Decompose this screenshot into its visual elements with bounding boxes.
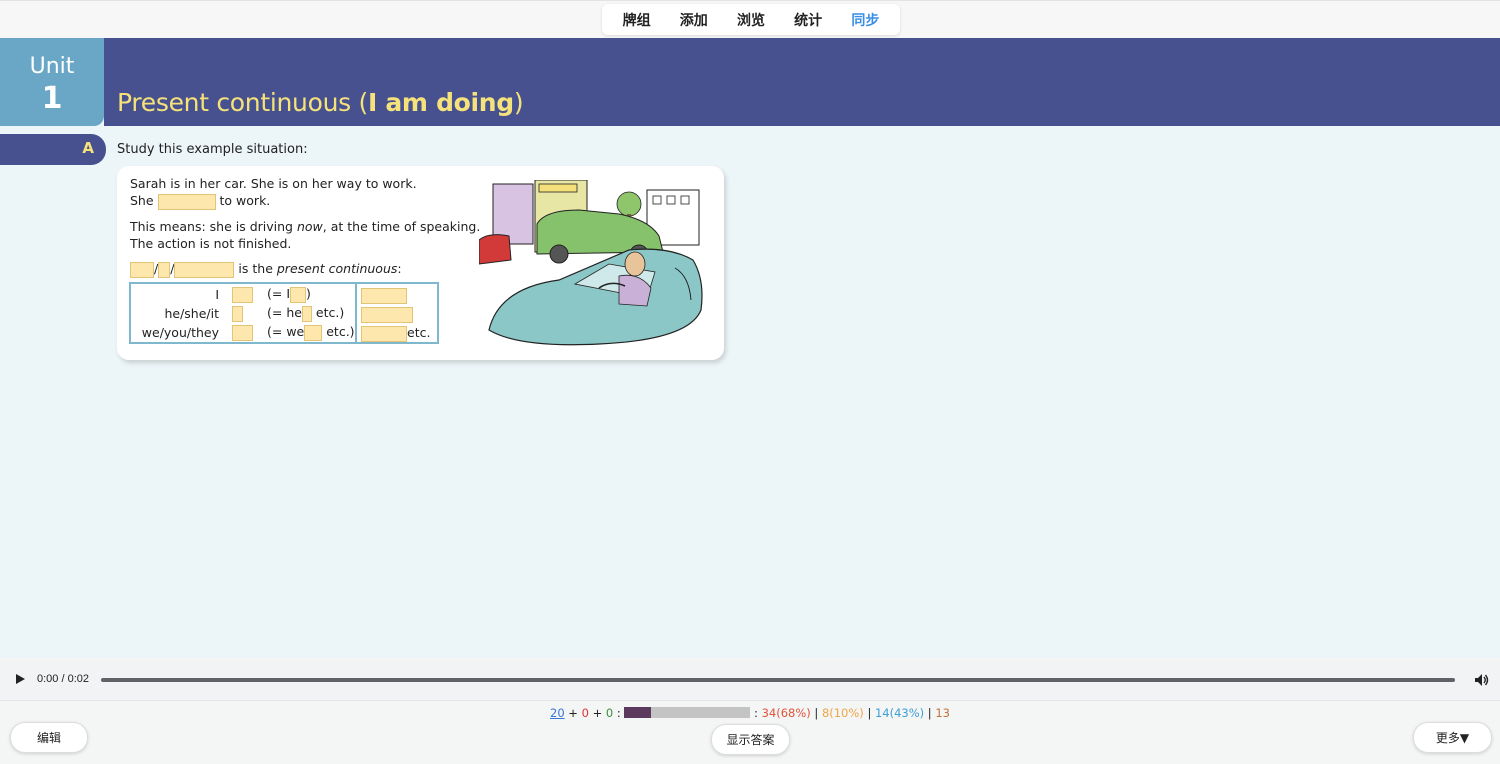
contraction: (= we etc.) — [267, 324, 355, 341]
contraction: (= he etc.) — [267, 305, 344, 322]
cloze-blank[interactable] — [232, 325, 253, 341]
show-answer-button[interactable]: 显示答案 — [711, 724, 790, 755]
pronoun: I — [215, 287, 219, 302]
example-line-3: This means: she is driving now, at the t… — [130, 218, 480, 235]
audio-time: 0:00 / 0:02 — [37, 673, 89, 685]
unit-word: Unit — [29, 54, 75, 79]
cloze-blank[interactable] — [157, 193, 216, 210]
review-bottom-bar: 20 + 0 + 0 : : 34(68%) | 8(10%) | 14(43%… — [0, 700, 1500, 764]
more-button[interactable]: 更多▼ — [1413, 722, 1492, 753]
nav-decks[interactable]: 牌组 — [623, 10, 651, 30]
example-line-2: She to work. — [130, 192, 270, 210]
contraction-pre: (= he — [267, 305, 302, 320]
progress-bar — [624, 707, 751, 718]
audio-player: 0:00 / 0:02 — [0, 660, 1500, 700]
contraction-post: etc.) — [322, 324, 355, 339]
table-row: we/you/they (= we etc.) etc. — [131, 324, 437, 343]
section-letter: A — [82, 139, 94, 157]
nav-add[interactable]: 添加 — [680, 10, 708, 30]
cloze-blank[interactable] — [361, 306, 413, 323]
unit-badge: Unit 1 — [0, 38, 104, 126]
table-row: I (= I) — [131, 286, 437, 305]
example-line-3-post: , at the time of speaking. — [322, 219, 481, 234]
table-row: he/she/it (= he etc.) — [131, 305, 437, 324]
nav-stats[interactable]: 统计 — [794, 10, 822, 30]
example-line-5-em: present continuous — [276, 261, 398, 276]
cloze-blank[interactable] — [232, 287, 253, 303]
example-line-4: The action is not finished. — [130, 236, 292, 251]
driving-illustration — [479, 180, 703, 346]
example-box: Sarah is in her car. She is on her way t… — [117, 166, 724, 360]
nav-browse[interactable]: 浏览 — [737, 10, 765, 30]
stats-colon: : — [750, 706, 762, 720]
ing-cell: etc. — [361, 325, 430, 342]
unit-title-prefix: Present continuous ( — [117, 88, 368, 117]
example-line-3-em: now — [296, 219, 323, 234]
ing-cell — [361, 306, 413, 323]
cloze-blank[interactable] — [361, 287, 407, 304]
stats-sep: | — [863, 706, 875, 720]
volume-icon[interactable] — [1473, 672, 1489, 688]
ing-cell — [361, 287, 407, 304]
stats-colon: : — [613, 706, 625, 720]
stats-sep: | — [810, 706, 822, 720]
contraction-pre: (= I — [267, 286, 291, 301]
stats-plus: + — [588, 706, 606, 720]
example-line-3-pre: This means: she is driving — [130, 219, 297, 234]
due-stats: 20 + 0 + 0 : : 34(68%) | 8(10%) | 14(43%… — [0, 706, 1500, 720]
unit-number: 1 — [41, 81, 63, 116]
example-line-5-end: : — [397, 261, 402, 276]
learn-count: 0 — [581, 706, 589, 720]
cloze-blank[interactable] — [304, 324, 323, 341]
unit-title-suffix: ) — [513, 88, 524, 117]
cloze-blank[interactable] — [301, 305, 312, 322]
unit-title: Present continuous (I am doing) — [117, 88, 524, 117]
stat-blue: 14(43%) — [874, 706, 925, 720]
card-content: Unit 1 Present continuous (I am doing) A… — [0, 38, 1500, 658]
stat-total: 13 — [935, 706, 950, 720]
contraction-post: ) — [306, 286, 311, 301]
contraction: (= I) — [267, 286, 311, 303]
audio-progress-bar[interactable] — [101, 678, 1455, 682]
play-icon[interactable] — [16, 674, 25, 684]
stat-orange: 8(10%) — [821, 706, 864, 720]
contraction-pre: (= we — [267, 324, 305, 339]
conjugation-table: I (= I) he/she/it (= he etc.) we/you/the… — [129, 282, 439, 344]
pronoun: he/she/it — [164, 306, 219, 321]
cloze-blank[interactable] — [232, 306, 243, 322]
cloze-blank[interactable] — [361, 325, 407, 342]
contraction-post: etc.) — [311, 305, 345, 320]
example-line-1: Sarah is in her car. She is on her way t… — [130, 176, 417, 191]
example-line-2-post: to work. — [219, 193, 271, 208]
cloze-blank[interactable] — [174, 261, 235, 278]
progress-bar-fill — [624, 707, 651, 718]
stats-sep: | — [924, 706, 936, 720]
pronoun: we/you/they — [141, 325, 219, 340]
unit-title-bold: I am doing — [367, 88, 514, 117]
ing-post: etc. — [407, 325, 431, 340]
top-toolbar: 牌组 添加 浏览 统计 同步 — [0, 0, 1500, 38]
cloze-blank[interactable] — [130, 261, 154, 278]
edit-button[interactable]: 编辑 — [10, 722, 88, 753]
example-line-5-post: is the — [238, 261, 277, 276]
new-count[interactable]: 20 — [550, 706, 565, 720]
section-tab: A — [0, 134, 106, 165]
main-nav: 牌组 添加 浏览 统计 同步 — [602, 4, 900, 35]
example-line-5: / / is the present continuous: — [130, 260, 402, 278]
nav-sync[interactable]: 同步 — [851, 10, 879, 30]
example-line-2-pre: She — [130, 193, 154, 208]
cloze-blank[interactable] — [290, 286, 307, 303]
cloze-blank[interactable] — [158, 261, 171, 278]
stats-plus: + — [564, 706, 582, 720]
stat-red: 34(68%) — [761, 706, 811, 720]
section-intro: Study this example situation: — [117, 142, 308, 157]
